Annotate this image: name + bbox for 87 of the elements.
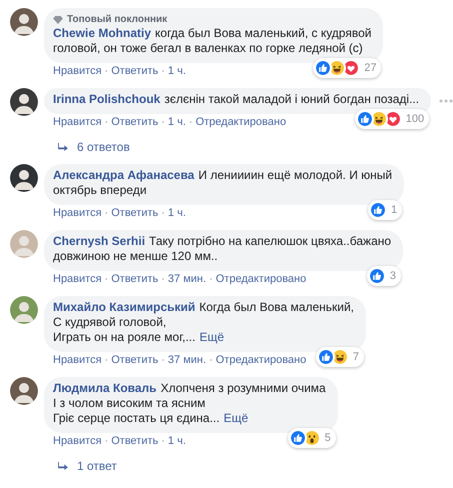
separator: · <box>160 434 166 449</box>
reaction-count: 7 <box>352 350 360 364</box>
see-more-link[interactable]: Ещё <box>224 411 248 425</box>
reply-link[interactable]: Ответить <box>111 434 158 449</box>
separator: · <box>160 353 166 368</box>
comment-text: Александра Афанасева И лениииин ещё молодой. И юный <box>53 168 392 183</box>
timestamp[interactable]: 37 мин. <box>168 353 206 368</box>
reactions-summary[interactable]: 27 <box>313 58 382 78</box>
comment-text: довжиною не менше 120 мм.. <box>53 249 219 264</box>
timestamp[interactable]: 37 мин. <box>168 272 206 287</box>
reactions-summary[interactable]: 7 <box>316 347 364 367</box>
like-reaction-icon <box>369 201 387 219</box>
reaction-count: 3 <box>390 268 396 284</box>
comment-text: октябрь впереди <box>53 183 148 198</box>
separator: · <box>104 353 110 368</box>
like-link[interactable]: Нравится <box>53 115 102 130</box>
author-link[interactable]: Chernysh Serhii <box>53 234 146 248</box>
timestamp[interactable]: 1 ч. <box>168 115 186 130</box>
reply-link[interactable]: Ответить <box>111 64 158 79</box>
comment-text: С кудрявой головой, <box>53 315 168 330</box>
heart-reaction-icon <box>342 59 360 77</box>
reaction-count: 1 <box>391 202 398 218</box>
reactions-summary[interactable]: 3 <box>366 266 402 286</box>
comment-text: Chewie Mohnatiy когда был Вова маленький, с кудрявой <box>53 26 372 41</box>
reaction-count: 5 <box>324 430 331 446</box>
separator: · <box>160 206 166 221</box>
reaction-count: 100 <box>406 112 424 126</box>
like-link[interactable]: Нравится <box>53 64 102 79</box>
reply-link[interactable]: Ответить <box>111 272 158 287</box>
like-reaction-icon <box>314 59 332 77</box>
comment-text: Людмила Коваль Хлопченя з розумними очима <box>53 381 326 396</box>
comment-text: головой, он тоже бегал в валенках по горке ледяной (с) <box>53 41 364 56</box>
separator: · <box>160 272 166 287</box>
author-link[interactable]: Irinna Polishchouk <box>53 92 160 106</box>
comment-text: Играть он на рояле мог,... Ещё <box>53 330 226 345</box>
avatar[interactable] <box>10 164 38 192</box>
diamond-icon <box>53 16 63 24</box>
view-replies-link[interactable]: 6 ответов <box>77 138 130 156</box>
reply-link[interactable]: Ответить <box>111 353 158 368</box>
reply-link[interactable]: Ответить <box>111 115 158 130</box>
comment-text: І з чолом високим та ясним <box>53 396 206 411</box>
reply-link[interactable]: Ответить <box>111 206 158 221</box>
timestamp[interactable]: 1 ч. <box>168 64 186 79</box>
reactions-summary[interactable]: 1 <box>368 200 402 220</box>
separator: · <box>208 353 214 368</box>
comment-text: Гріє серце постать ця єдина... Ещё <box>53 411 250 426</box>
separator: · <box>160 115 166 130</box>
view-replies-link[interactable]: 1 ответ <box>77 457 117 475</box>
separator: · <box>104 206 110 221</box>
like-reaction-icon <box>368 267 386 285</box>
reactions-summary[interactable]: 100 <box>354 109 430 129</box>
separator: · <box>208 272 214 287</box>
see-more-link[interactable]: Ещё <box>199 330 224 344</box>
avatar[interactable] <box>10 377 38 405</box>
separator: · <box>104 64 110 79</box>
reactions-summary[interactable]: 5 <box>288 428 336 448</box>
laughing-face-icon <box>328 59 346 77</box>
separator: · <box>188 115 194 130</box>
edited-label: Отредактировано <box>216 353 306 368</box>
author-link[interactable]: Chewie Mohnatiy <box>53 26 152 40</box>
reaction-count: 27 <box>364 60 376 76</box>
author-link[interactable]: Михайло Казимирський <box>53 300 196 314</box>
like-link[interactable]: Нравится <box>53 434 102 449</box>
separator: · <box>104 115 110 130</box>
like-reaction-icon <box>316 348 335 366</box>
reply-arrow-icon <box>58 462 68 470</box>
separator: · <box>104 272 110 287</box>
edited-label: Отредактировано <box>216 272 306 287</box>
like-link[interactable]: Нравится <box>53 272 102 287</box>
author-link[interactable]: Александра Афанасева <box>53 168 194 182</box>
avatar[interactable] <box>10 88 38 116</box>
timestamp[interactable]: 1 ч. <box>168 434 186 449</box>
avatar[interactable] <box>10 8 38 36</box>
like-reaction-icon <box>356 110 374 128</box>
edited-label: Отредактировано <box>196 115 286 130</box>
comment-text: Irinna Polishchouk зєлєнін такой маладой і юний богдан позаді... <box>53 92 420 107</box>
comment-text: Михайло Казимирський Когда был Вова маленький, <box>53 300 354 315</box>
like-link[interactable]: Нравится <box>53 206 102 221</box>
separator: · <box>160 64 166 79</box>
separator: · <box>104 434 110 449</box>
fan-badge-label: Топовый поклонник <box>67 13 168 27</box>
timestamp[interactable]: 1 ч. <box>168 206 186 221</box>
author-link[interactable]: Людмила Коваль <box>53 381 157 395</box>
like-link[interactable]: Нравится <box>53 353 102 368</box>
reply-arrow-icon <box>58 143 68 151</box>
like-reaction-icon <box>288 429 307 447</box>
comment-text: Chernysh Serhii Таку потрібно на капелюшок цвяха..бажано <box>53 234 392 249</box>
